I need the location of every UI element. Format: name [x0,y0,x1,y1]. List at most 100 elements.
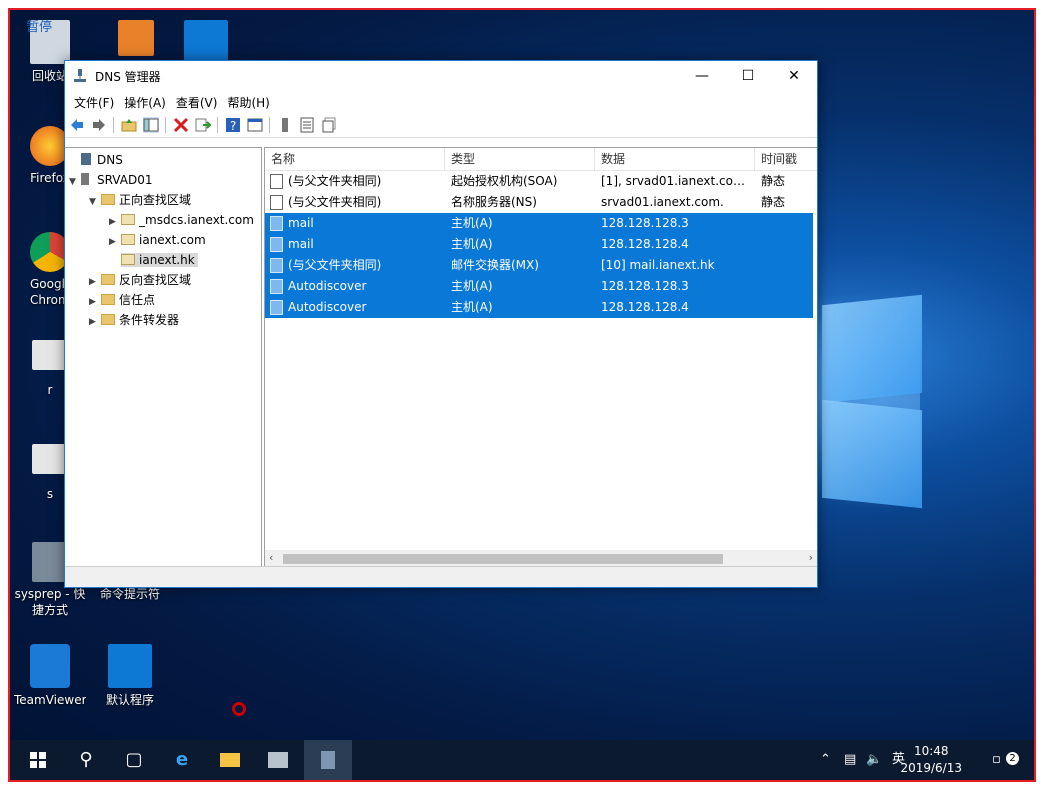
minimize-button[interactable]: — [679,61,725,91]
delete-icon[interactable] [173,117,189,133]
recycle-bin-icon: 暂停 [26,20,70,64]
record-icon [270,300,283,315]
column-header-name[interactable]: 名称 [265,148,445,170]
teamviewer-shortcut[interactable]: TeamViewer [10,644,90,708]
action-center-button[interactable]: ▫ 2 [992,740,1022,780]
tree-label: _msdcs.ianext.com [139,213,254,227]
table-row[interactable]: (与父文件夹相同) 邮件交换器(MX) [10] mail.ianext.hk [265,255,813,276]
tree-node-trust-points[interactable]: ▶ 信任点 [89,290,155,310]
task-view-button[interactable]: ▢ [110,740,158,780]
taskbar-dns-manager[interactable] [304,740,352,780]
table-row[interactable]: Autodiscover 主机(A) 128.128.128.4 [265,297,813,318]
record-name: Autodiscover [288,300,367,314]
show-tree-icon[interactable] [143,117,159,133]
folder-icon [101,294,115,305]
desktop: 暂停 回收站 Firefox Google Chrome r s sysp [10,10,1034,780]
dns-server-icon [321,751,335,769]
search-button[interactable]: ⚲ [62,740,110,780]
tree-label: SRVAD01 [97,173,153,187]
network-icon[interactable]: ▤ [844,740,856,780]
clock[interactable]: 10:48 2019/6/13 [900,743,962,777]
title-bar[interactable]: DNS 管理器 — ☐ ✕ [65,61,817,91]
tree-node-reverse-zones[interactable]: ▶ 反向查找区域 [89,270,191,290]
menu-file[interactable]: 文件(F) [69,91,119,114]
toolbar-separator [113,117,114,133]
records-list-icon[interactable] [299,117,315,133]
record-data: srvad01.ianext.com. [601,195,724,209]
taskbar-explorer[interactable] [206,740,254,780]
table-row[interactable]: mail 主机(A) 128.128.128.4 [265,234,813,255]
tree-node-zone[interactable]: ▶ ianext.com [109,230,206,250]
task-view-icon: ▢ [125,749,143,770]
scroll-left-icon[interactable]: ‹ [269,551,273,564]
help-icon[interactable]: ? [225,117,241,133]
desktop-icon-label: sysprep - 快捷方式 [14,587,86,617]
tree-node-server[interactable]: ▼ SRVAD01 [69,170,152,190]
toolbar: ? [65,113,817,138]
record-name: mail [288,216,314,230]
records-copy-icon[interactable] [321,117,337,133]
dns-server-icon [81,153,91,165]
column-header-timestamp[interactable]: 时间戳 [755,148,817,170]
orange-app-icon [118,20,154,56]
app-shortcut[interactable] [96,20,176,60]
screenshot-frame: 暂停 回收站 Firefox Google Chrome r s sysp [8,8,1036,782]
desktop-icon-label: 命令提示符 [99,587,160,601]
tree-node-forward-zones[interactable]: ▼ 正向查找区域 [89,190,191,210]
menu-view[interactable]: 查看(V) [171,91,223,114]
folder-icon [101,314,115,325]
tree-node-dns[interactable]: DNS [69,150,123,170]
chevron-right-icon[interactable]: ▶ [109,232,121,252]
network-computer-icon [32,542,68,582]
start-button[interactable] [14,740,62,780]
chevron-right-icon[interactable]: ▶ [89,292,101,312]
volume-muted-icon[interactable]: 🔈 [866,740,882,780]
tree-label: 信任点 [119,293,156,307]
scroll-right-icon[interactable]: › [809,551,813,564]
dns-server-icon [74,69,86,82]
default-programs-shortcut[interactable]: 默认程序 [90,644,170,708]
export-icon[interactable] [195,117,211,133]
table-row[interactable]: (与父文件夹相同) 名称服务器(NS) srvad01.ianext.com. 静态 [265,192,813,213]
svg-text:?: ? [230,119,236,133]
taskbar: ⚲ ▢ e ⌃ ▤ 🔈 英 10:48 2019/6/13 ▫ 2 [10,740,1034,780]
tree-label: DNS [97,153,123,167]
taskbar-server-manager[interactable] [254,740,302,780]
close-button[interactable]: ✕ [771,61,817,91]
column-header-data[interactable]: 数据 [595,148,755,170]
server-icon[interactable] [277,117,293,133]
record-icon [270,258,283,273]
table-row[interactable]: Autodiscover 主机(A) 128.128.128.3 [265,276,813,297]
forward-icon[interactable] [91,117,107,133]
scrollbar-thumb[interactable] [283,554,723,564]
maximize-button[interactable]: ☐ [725,61,771,91]
menu-action[interactable]: 操作(A) [119,91,171,114]
record-ts: 静态 [761,195,786,209]
tree-node-conditional-forwarders[interactable]: ▶ 条件转发器 [89,310,179,330]
tree-node-zone-selected[interactable]: ianext.hk [109,250,198,270]
back-icon[interactable] [69,117,85,133]
dns-manager-window[interactable]: DNS 管理器 — ☐ ✕ 文件(F)操作(A)查看(V)帮助(H) ? [64,60,818,588]
up-folder-icon[interactable] [121,117,137,133]
chevron-down-icon[interactable]: ▼ [69,172,81,192]
tree-node-zone[interactable]: ▶ _msdcs.ianext.com [109,210,254,230]
record-type: 主机(A) [451,237,493,251]
edge-icon: e [175,749,189,770]
table-row[interactable]: (与父文件夹相同) 起始授权机构(SOA) [1], srvad01.ianext.… [265,171,813,192]
gears-icon [32,340,68,370]
show-hidden-icons-button[interactable]: ⌃ [820,740,831,780]
chevron-down-icon[interactable]: ▼ [89,192,101,212]
list-header: 名称 类型 数据 时间戳 [265,148,817,171]
properties-icon[interactable] [247,117,263,133]
column-header-type[interactable]: 类型 [445,148,595,170]
taskbar-edge[interactable]: e [158,740,206,780]
menu-help[interactable]: 帮助(H) [222,91,274,114]
chevron-right-icon[interactable]: ▶ [109,212,121,232]
desktop-icon-label: 默认程序 [105,693,154,707]
cmd-shortcut[interactable]: 命令提示符 [90,586,170,602]
chevron-right-icon[interactable]: ▶ [89,312,101,332]
chevron-right-icon[interactable]: ▶ [89,272,101,292]
server-icon [81,173,89,185]
table-row[interactable]: mail 主机(A) 128.128.128.3 [265,213,813,234]
tree-label: ianext.hk [139,253,195,267]
